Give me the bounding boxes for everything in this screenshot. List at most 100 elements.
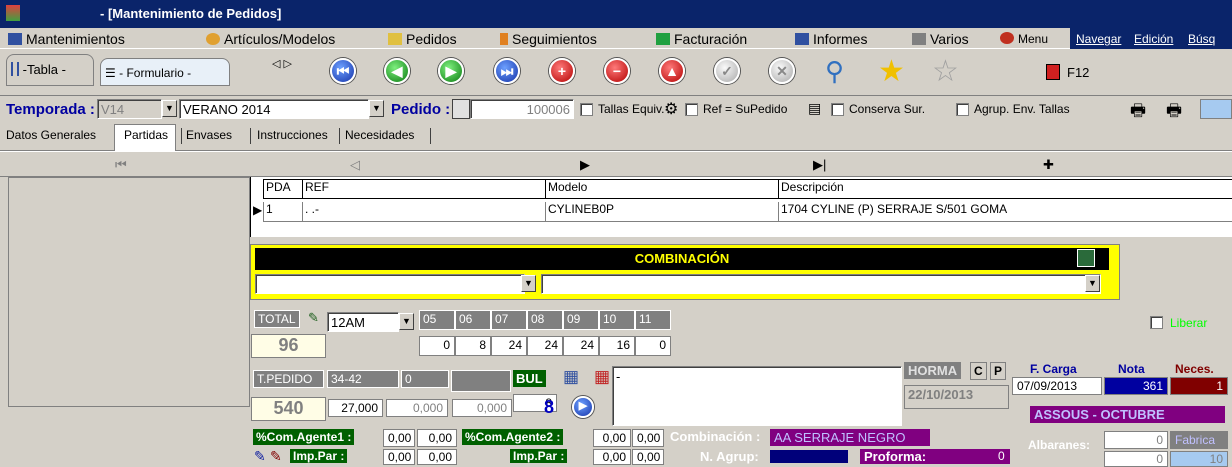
n-agrup-field[interactable] xyxy=(770,450,848,463)
prev-record-button[interactable]: ◀ xyxy=(384,58,410,84)
calendar-icon[interactable]: ▦ xyxy=(563,367,579,387)
size-icon[interactable]: ✎ xyxy=(308,310,319,326)
tab-envases[interactable]: Envases xyxy=(186,128,232,142)
agrup-env-tallas-checkbox[interactable] xyxy=(956,103,969,116)
conserva-sur-checkbox[interactable] xyxy=(831,103,844,116)
first-icon: ⏮ xyxy=(336,63,350,79)
cancel-button[interactable]: ✕ xyxy=(769,58,795,84)
size-value[interactable]: 0 xyxy=(635,336,671,356)
total-label: TOTAL xyxy=(254,310,300,328)
nav-prev-button[interactable]: ◁ xyxy=(350,157,360,173)
nav-last-button[interactable]: ▶| xyxy=(813,157,826,173)
combinacion-dropdown-2[interactable]: ▼ xyxy=(1085,275,1100,292)
save-icon[interactable] xyxy=(1077,249,1095,267)
size-value[interactable]: 16 xyxy=(599,336,635,356)
size-value[interactable]: 24 xyxy=(563,336,599,356)
menu-varios[interactable]: Varios xyxy=(912,31,969,47)
tallas-equiv-checkbox[interactable] xyxy=(580,103,593,116)
temporada-code-dropdown[interactable]: ▼ xyxy=(162,100,177,117)
cell-modelo[interactable]: CYLINEB0P xyxy=(546,202,779,222)
cell-descripcion[interactable]: 1704 CYLINE (P) SERRAJE S/501 GOMA xyxy=(779,202,1232,222)
edit-record-button[interactable]: ▲ xyxy=(659,58,685,84)
tab-formulario[interactable]: ☰ - Formulario - xyxy=(100,58,230,86)
unit-dropdown[interactable]: ▼ xyxy=(399,313,414,330)
liberar-label: Liberar xyxy=(1170,316,1208,330)
f-carga-field[interactable]: 07/09/2013 xyxy=(1012,377,1102,395)
menu-edicion[interactable]: Edición xyxy=(1134,32,1173,46)
value3-field[interactable]: 0,000 xyxy=(452,399,512,417)
price-field[interactable]: 27,000 xyxy=(328,399,383,417)
bul-go-button[interactable]: ▶ xyxy=(572,396,594,418)
combinacion-dropdown-1[interactable]: ▼ xyxy=(521,275,536,292)
col-descripcion[interactable]: Descripción xyxy=(779,179,1232,199)
pedido-zero: 0 xyxy=(401,370,449,388)
tab-tabla[interactable]: -Tabla - xyxy=(6,54,94,86)
menu-articulos[interactable]: Artículos/Modelos xyxy=(206,31,335,47)
notes-value: - xyxy=(616,369,621,384)
tab-necesidades[interactable]: Necesidades xyxy=(345,128,414,142)
menu-busq[interactable]: Búsq xyxy=(1188,32,1215,46)
print-preview-icon[interactable]: 🖶 xyxy=(1166,98,1182,127)
tab-partidas[interactable]: Partidas xyxy=(124,128,168,142)
nav-next-button[interactable]: ▶ xyxy=(580,157,590,173)
delete-record-button[interactable]: − xyxy=(604,58,630,84)
combinacion-label: Combinación : xyxy=(670,429,761,444)
star-tools-icon[interactable]: ☆ xyxy=(932,54,959,89)
col-pda[interactable]: PDA xyxy=(263,179,303,199)
size-value[interactable]: 24 xyxy=(491,336,527,356)
menu-navegar[interactable]: Navegar xyxy=(1076,32,1121,46)
eraser-icon[interactable]: ✎ xyxy=(270,448,282,465)
horma-c[interactable]: C xyxy=(970,362,987,380)
menu-right-section: Navegar Edición Búsq xyxy=(1070,28,1232,49)
menu-pedidos[interactable]: Pedidos xyxy=(388,31,457,47)
menu-menu[interactable]: Menu xyxy=(1000,32,1048,46)
com-agente1-label: %Com.Agente1 : xyxy=(253,429,355,445)
temporada-name-field[interactable]: VERANO 2014 xyxy=(179,99,369,119)
star-icon[interactable]: ★ xyxy=(878,54,905,89)
cell-ref[interactable]: . .- xyxy=(303,202,546,222)
size-header: 08 xyxy=(527,310,563,330)
pedido-number-field[interactable]: 100006 xyxy=(470,99,574,119)
menu-seguimientos[interactable]: Seguimientos xyxy=(500,31,597,47)
col-modelo[interactable]: Modelo xyxy=(546,179,779,199)
agente1-value2[interactable]: 0,00 xyxy=(417,429,457,447)
value2-field[interactable]: 0,000 xyxy=(386,399,448,417)
size-value[interactable]: 24 xyxy=(527,336,563,356)
grid-icon[interactable]: ▦ xyxy=(594,367,610,387)
menu-facturacion[interactable]: Facturación xyxy=(656,31,747,47)
horma-p[interactable]: P xyxy=(990,362,1007,380)
accept-button[interactable]: ✓ xyxy=(714,58,740,84)
menu-informes[interactable]: Informes xyxy=(795,31,867,47)
nav-add-button[interactable]: ✚ xyxy=(1043,157,1054,173)
agente2-value2[interactable]: 0,00 xyxy=(632,429,664,447)
menu-mantenimientos[interactable]: Mantenimientos xyxy=(8,31,125,47)
tab-datos-generales[interactable]: Datos Generales xyxy=(6,128,96,142)
tab-instrucciones[interactable]: Instrucciones xyxy=(257,128,328,142)
size-value[interactable]: 8 xyxy=(455,336,491,356)
f12-label[interactable]: F12 xyxy=(1067,65,1089,80)
tab-scroll-arrows[interactable]: ◁ ▷ xyxy=(272,57,292,70)
size-value[interactable]: 0 xyxy=(419,336,455,356)
temporada-name-dropdown[interactable]: ▼ xyxy=(369,100,384,117)
first-record-button[interactable]: ⏮ xyxy=(330,58,356,84)
agente2-value1[interactable]: 0,00 xyxy=(593,429,631,447)
notes-field[interactable]: - xyxy=(612,366,902,426)
nav-first-button[interactable]: ⏮ xyxy=(115,157,127,173)
combinacion-select-2[interactable] xyxy=(541,274,1101,294)
print-icon[interactable]: 🖶 xyxy=(1130,98,1146,127)
ref-supedido-checkbox[interactable] xyxy=(685,103,698,116)
search-icon[interactable]: ⚲ xyxy=(825,56,844,87)
col-ref[interactable]: REF xyxy=(303,179,546,199)
add-record-button[interactable]: + xyxy=(549,58,575,84)
cell-pda[interactable]: 1 xyxy=(263,202,303,222)
temporada-code-field[interactable]: V14 xyxy=(97,99,162,119)
pedido-lookup-icon[interactable] xyxy=(452,99,470,119)
next-record-button[interactable]: ▶ xyxy=(438,58,464,84)
combinacion-select-1[interactable] xyxy=(255,274,525,294)
last-record-button[interactable]: ⏭ xyxy=(494,58,520,84)
horma-date: 22/10/2013 xyxy=(904,385,1009,409)
agente1-value1[interactable]: 0,00 xyxy=(383,429,415,447)
unit-select[interactable]: 12AM xyxy=(327,312,399,332)
liberar-checkbox[interactable] xyxy=(1150,316,1163,329)
pencil-icon[interactable]: ✎ xyxy=(254,448,266,465)
